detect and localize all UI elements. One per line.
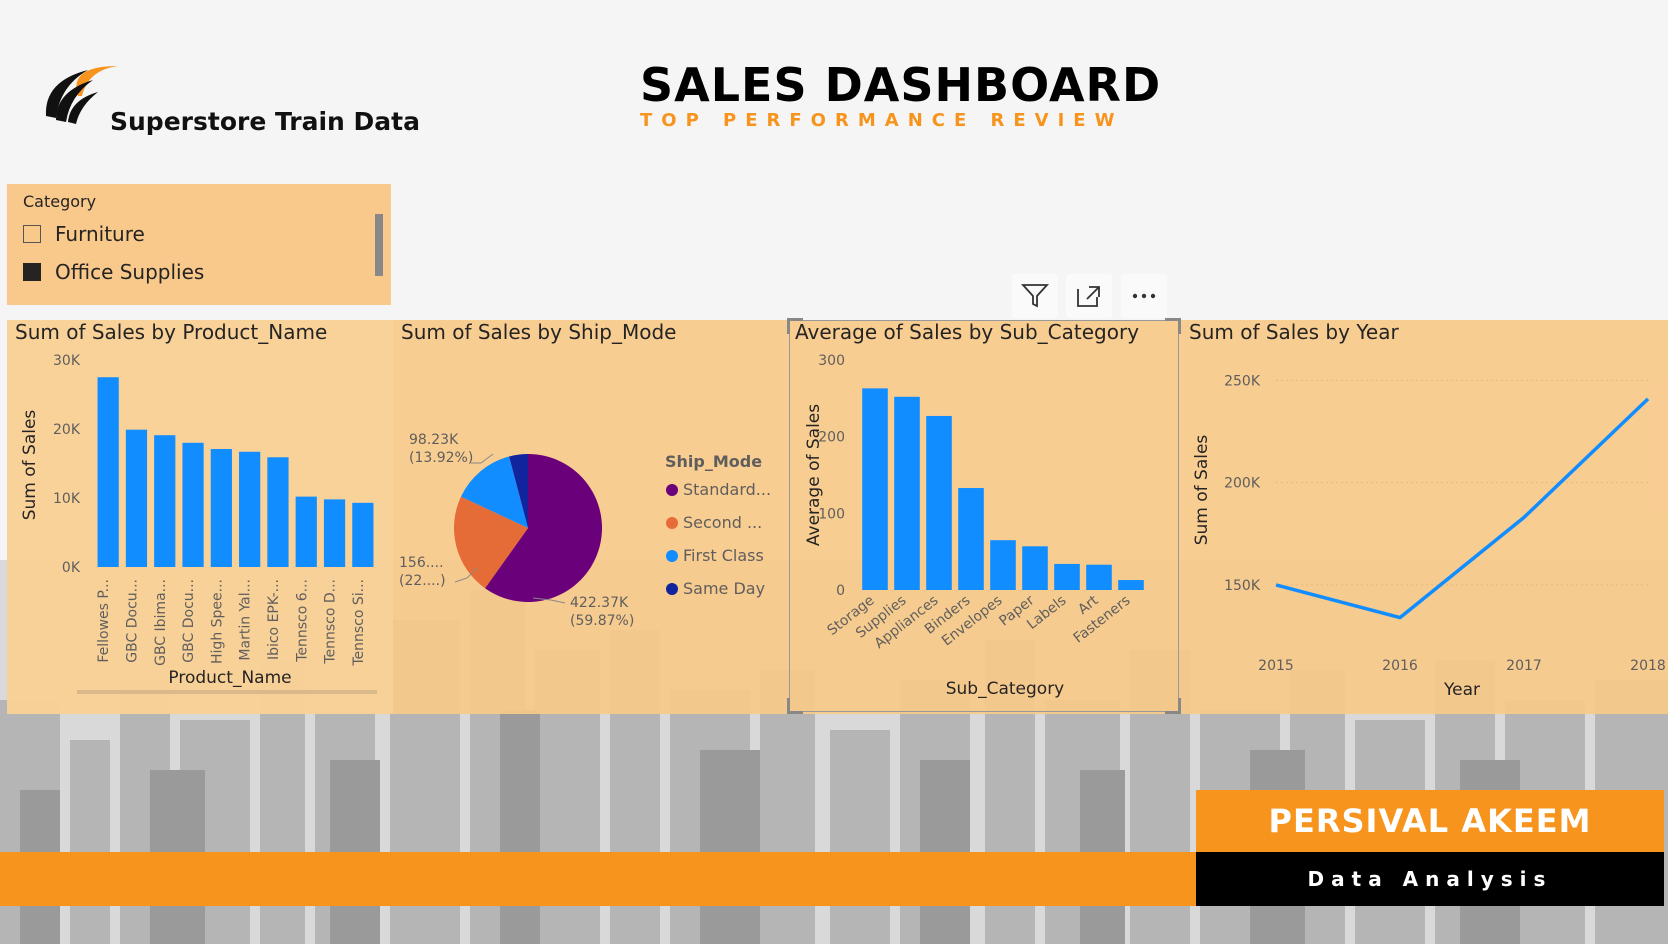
bar [210,449,232,567]
legend-title: Ship_Mode [665,452,762,471]
resize-handle[interactable] [1165,318,1181,334]
resize-handle[interactable] [787,318,803,334]
author-name: PERSIVAL AKEEM [1196,790,1664,852]
bar [154,435,176,567]
y-tick-label: 200K [1224,476,1261,492]
legend-item: Second ... [683,513,762,532]
y-axis-label: Sum of Sales [1192,435,1212,546]
bar [97,377,119,567]
author-role: Data Analysis [1196,852,1664,906]
chart-sales-by-ship-mode[interactable]: Sum of Sales by Ship_Mode 422.37K (59.87%… [393,320,787,714]
bar [239,451,261,567]
bar [323,499,346,567]
filter-icon[interactable] [1012,274,1058,318]
checkbox-icon[interactable] [23,225,41,243]
footer-accent-bar [0,852,1196,906]
x-tick-label: High Spee... [209,579,225,664]
scrollbar [77,690,377,694]
slicer-item-label: Furniture [55,222,145,246]
bar [352,502,374,567]
y-tick-label: 10K [53,491,81,507]
bar [295,496,317,567]
x-tick-label: Martin Yal... [238,579,254,661]
x-tick-label: 2016 [1382,658,1418,674]
pie-data-label: 156.... [399,555,444,571]
x-tick-label: Tennsco D... [323,579,339,665]
x-tick-label: GBC Docu... [124,579,140,663]
pie-data-label: 98.23K [409,432,459,448]
legend-marker [666,583,678,595]
dashboard-title: SALES DASHBOARD [640,58,1162,112]
x-tick-label: 2018 [1630,658,1666,674]
checkbox-checked-icon[interactable] [23,263,41,281]
slicer-title: Category [23,192,97,211]
dashboard-subtitle: TOP PERFORMANCE REVIEW [640,110,1124,131]
bar [125,429,148,567]
pie-chart-ship-mode: 422.37K (59.87%) 156.... (22....) 98.23K (13.… [399,432,771,629]
selected-visual-outline [787,318,1181,714]
legend-marker [666,484,678,496]
x-axis-label: Product_Name [168,668,291,688]
legend-marker [666,550,678,562]
y-tick-label: 20K [53,422,81,438]
pie-data-label-pct: (22....) [399,573,446,589]
x-tick-label: GBC Docu... [181,579,197,663]
x-tick-label: Fellowes P... [96,579,112,663]
more-options-icon[interactable] [1121,274,1167,318]
x-axis-label: Year [1443,680,1480,700]
legend-item: Standard... [683,480,771,499]
chart-sales-by-product[interactable]: Sum of Sales by Product_Name 0K 10K 20K 30K… [7,320,393,714]
bar-chart-product: 0K 10K 20K 30K Fellowes P... GBC Docu... GBC I… [20,353,377,694]
resize-handle[interactable] [1165,698,1181,714]
y-tick-label: 250K [1224,373,1261,389]
line-chart-year: 150K 200K 250K 2015 2016 2017 2018 Year Sum of S… [1192,373,1666,700]
x-tick-label: 2015 [1258,658,1294,674]
y-tick-label: 0K [62,560,81,576]
resize-handle[interactable] [787,698,803,714]
x-tick-label: GBC Ibima... [153,579,169,666]
y-tick-label: 150K [1224,578,1261,594]
bar [182,442,204,567]
slicer-scrollbar[interactable] [375,214,383,276]
category-slicer[interactable]: Category Furniture Office Supplies [7,184,391,305]
x-tick-label: 2017 [1506,658,1542,674]
chart-sales-by-year[interactable]: Sum of Sales by Year 150K 200K 250K 2015 201… [1181,320,1668,714]
slicer-item-office-supplies[interactable]: Office Supplies [23,257,204,287]
pie-data-label-pct: (13.92%) [409,450,473,466]
pie-data-label-pct: (59.87%) [570,613,634,629]
slicer-item-furniture[interactable]: Furniture [23,219,145,249]
x-tick-label: Tennsco 6... [294,579,310,663]
logo-text: Superstore Train Data [110,107,420,136]
y-axis-label: Sum of Sales [20,410,40,521]
x-tick-label: Tennsco Si... [351,579,367,667]
x-tick-label: Ibico EPK-... [266,579,282,660]
y-tick-label: 30K [53,353,81,369]
pie-data-label: 422.37K [570,595,629,611]
legend-item: First Class [683,546,764,565]
pie-leader-line [471,453,494,464]
bar [267,457,289,567]
legend-marker [666,517,678,529]
focus-mode-icon[interactable] [1066,274,1112,318]
slicer-item-label: Office Supplies [55,260,205,284]
legend-item: Same Day [683,579,765,598]
